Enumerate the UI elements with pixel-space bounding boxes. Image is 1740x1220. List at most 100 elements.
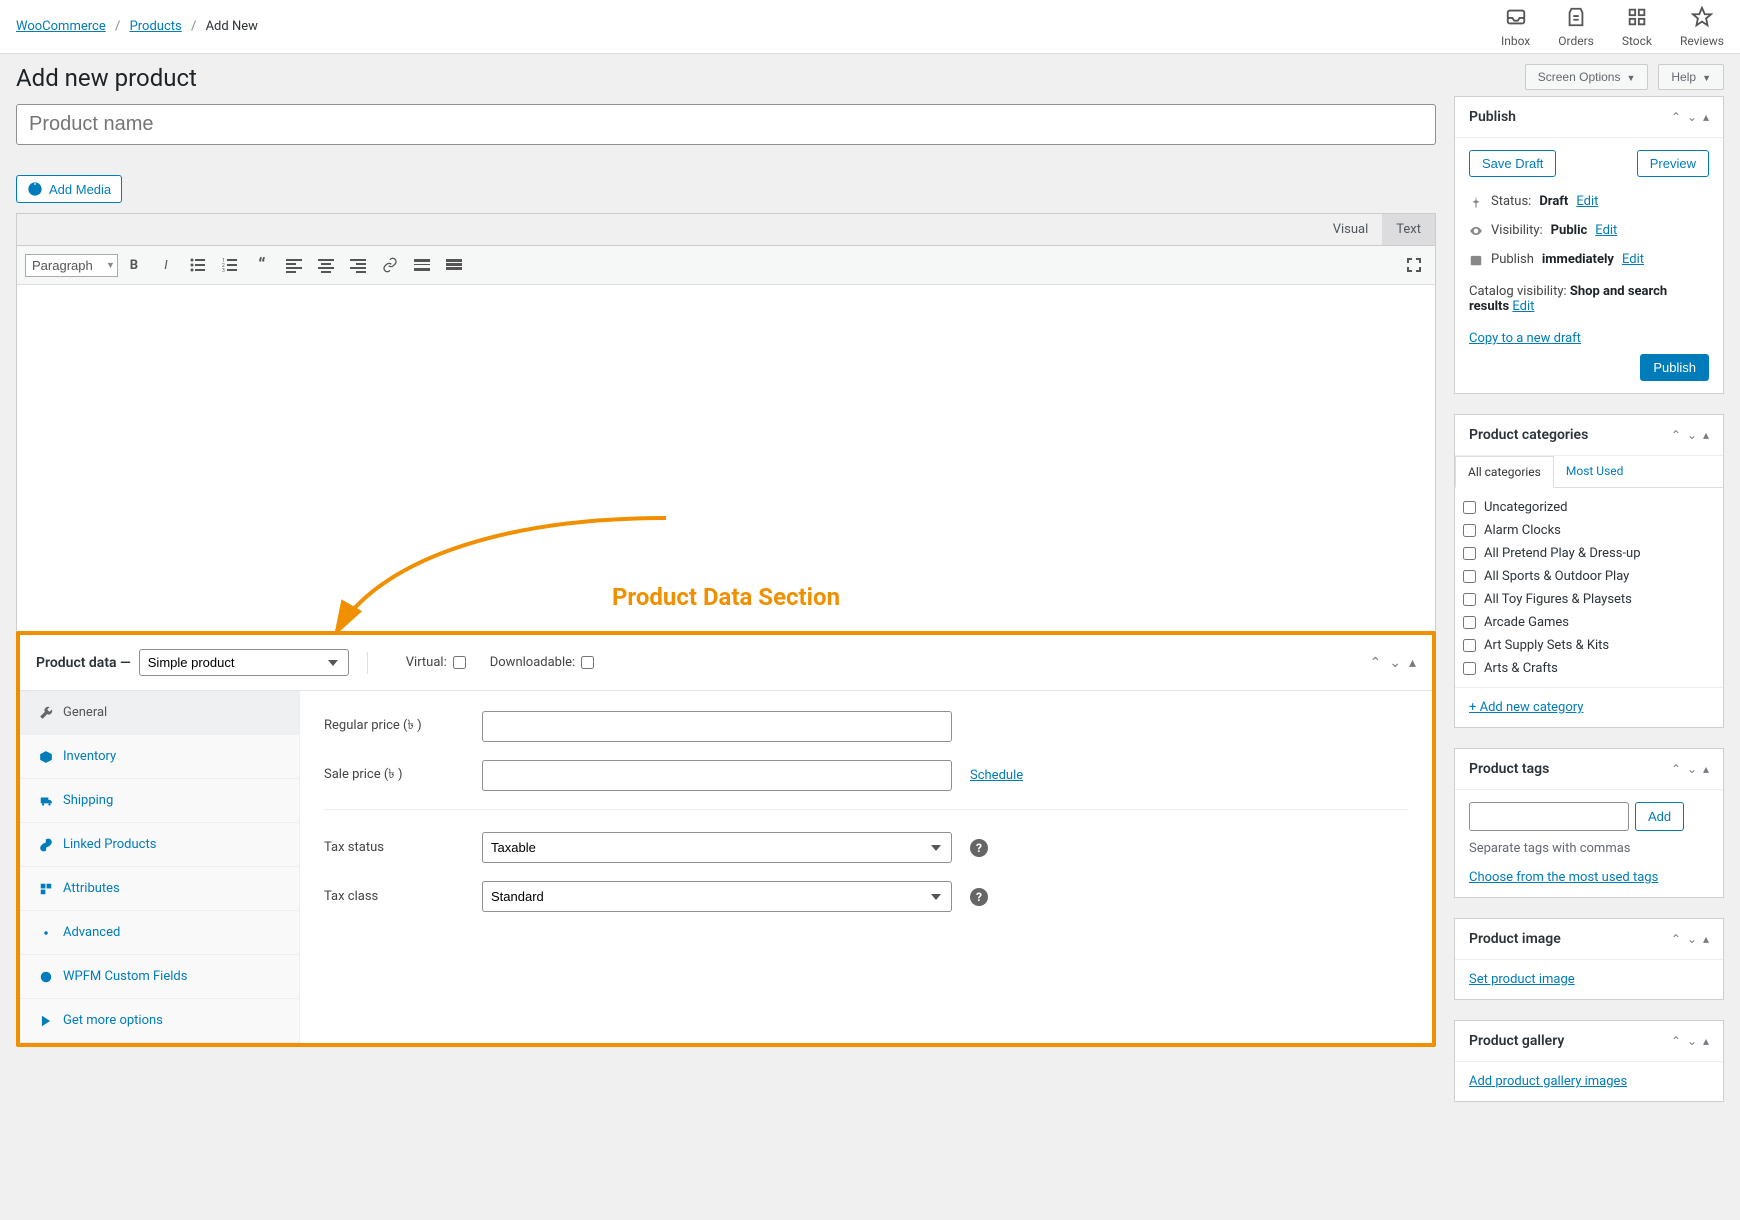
add-category-link[interactable]: + Add new category [1469,700,1583,715]
category-item[interactable]: Uncategorized [1463,496,1715,519]
category-item[interactable]: Alarm Clocks [1463,519,1715,542]
tab-advanced[interactable]: Advanced [20,911,299,955]
cat-tab-most-used[interactable]: Most Used [1554,456,1636,487]
inventory-icon [38,749,53,764]
edit-visibility-link[interactable]: Edit [1595,223,1617,238]
help-icon[interactable]: ? [970,888,988,906]
edit-catalog-link[interactable]: Edit [1512,299,1534,314]
italic-button[interactable]: I [153,252,179,278]
preview-button[interactable]: Preview [1637,150,1709,177]
align-center-button[interactable] [313,252,339,278]
panel-toggle-icon[interactable]: ▴ [1703,110,1709,124]
align-right-icon [350,257,366,273]
category-item[interactable]: All Sports & Outdoor Play [1463,565,1715,588]
annotation-label: Product Data Section [16,583,1436,611]
regular-price-label: Regular price (৳ ) [324,716,464,737]
pin-icon [1469,195,1483,209]
screen-options-button[interactable]: Screen Options▼ [1525,64,1649,90]
align-right-button[interactable] [345,252,371,278]
stock-icon [1626,6,1648,28]
virtual-checkbox-label[interactable]: Virtual: [406,655,466,670]
quote-button[interactable]: “ [249,252,275,278]
publish-button[interactable]: Publish [1640,354,1709,381]
regular-price-input[interactable] [482,711,952,742]
panel-up-icon[interactable]: ⌃ [1671,110,1681,124]
bold-button[interactable]: B [121,252,147,278]
fullscreen-button[interactable] [1401,252,1427,278]
align-left-icon [286,257,302,273]
tab-attributes[interactable]: Attributes [20,867,299,911]
insert-more-button[interactable] [409,252,435,278]
help-icon[interactable]: ? [970,839,988,857]
tab-more-options[interactable]: Get more options [20,999,299,1043]
tag-input[interactable] [1469,802,1629,831]
media-icon [27,181,43,197]
help-button[interactable]: Help▼ [1658,64,1724,90]
link-icon [38,837,53,852]
numbered-list-button[interactable]: 123 [217,252,243,278]
editor-tab-text[interactable]: Text [1382,214,1435,245]
product-data-title: Product data — [36,655,131,671]
fullscreen-icon [1406,257,1422,273]
format-select[interactable]: Paragraph [25,254,118,277]
product-gallery-panel: Product gallery ⌃⌄▴ Add product gallery … [1454,1020,1724,1102]
nav-orders[interactable]: Orders [1558,6,1594,48]
product-data-section: Product data — Simple product Virtual: D… [16,631,1436,1047]
nav-stock[interactable]: Stock [1622,6,1652,48]
sale-price-label: Sale price (৳ ) [324,765,464,786]
more-options-icon [38,1013,53,1028]
link-button[interactable] [377,252,403,278]
tax-status-select[interactable]: Taxable [482,832,952,863]
copy-draft-link[interactable]: Copy to a new draft [1469,331,1581,346]
orders-icon [1565,6,1587,28]
tab-general[interactable]: General [20,691,299,735]
panel-down-icon[interactable]: ⌄ [1389,655,1401,671]
add-tag-button[interactable]: Add [1635,802,1684,831]
virtual-checkbox[interactable] [453,656,466,669]
nav-inbox[interactable]: Inbox [1501,6,1530,48]
inbox-icon [1505,6,1527,28]
panel-toggle-icon[interactable]: ▴ [1409,655,1416,671]
product-name-input[interactable] [16,104,1436,145]
schedule-link[interactable]: Schedule [970,768,1023,783]
reviews-icon [1691,6,1713,28]
category-item[interactable]: All Pretend Play & Dress-up [1463,542,1715,565]
panel-up-icon[interactable]: ⌃ [1370,655,1382,671]
save-draft-button[interactable]: Save Draft [1469,150,1556,177]
bullet-list-icon [190,257,206,273]
bullet-list-button[interactable] [185,252,211,278]
product-type-select[interactable]: Simple product [139,649,349,676]
category-item[interactable]: Art Supply Sets & Kits [1463,634,1715,657]
edit-status-link[interactable]: Edit [1576,194,1598,209]
category-item[interactable]: Arcade Games [1463,611,1715,634]
tax-class-select[interactable]: Standard [482,881,952,912]
breadcrumb-root[interactable]: WooCommerce [16,19,106,34]
downloadable-checkbox[interactable] [581,656,594,669]
toolbar-toggle-button[interactable] [441,252,467,278]
editor-tab-visual[interactable]: Visual [1319,214,1383,245]
add-gallery-images-link[interactable]: Add product gallery images [1469,1074,1627,1089]
tab-wpfm-custom[interactable]: WPFM Custom Fields [20,955,299,999]
tags-hint: Separate tags with commas [1469,841,1709,856]
publish-panel: Publish ⌃⌄▴ Save Draft Preview Status: D… [1454,96,1724,394]
toolbar-toggle-icon [446,257,462,273]
category-item[interactable]: All Toy Figures & Playsets [1463,588,1715,611]
edit-publish-date-link[interactable]: Edit [1622,252,1644,267]
panel-down-icon[interactable]: ⌄ [1687,110,1697,124]
sale-price-input[interactable] [482,760,952,791]
add-media-button[interactable]: Add Media [16,175,122,203]
link-icon [382,257,398,273]
breadcrumb-products[interactable]: Products [130,19,182,34]
downloadable-checkbox-label[interactable]: Downloadable: [490,655,594,670]
calendar-icon [1469,253,1483,267]
tab-linked-products[interactable]: Linked Products [20,823,299,867]
category-item[interactable]: Arts & Crafts [1463,657,1715,680]
tab-inventory[interactable]: Inventory [20,735,299,779]
nav-reviews[interactable]: Reviews [1680,6,1724,48]
set-product-image-link[interactable]: Set product image [1469,972,1575,987]
cat-tab-all[interactable]: All categories [1455,456,1554,488]
tab-shipping[interactable]: Shipping [20,779,299,823]
align-left-button[interactable] [281,252,307,278]
custom-fields-icon [38,969,53,984]
choose-tags-link[interactable]: Choose from the most used tags [1469,870,1658,885]
